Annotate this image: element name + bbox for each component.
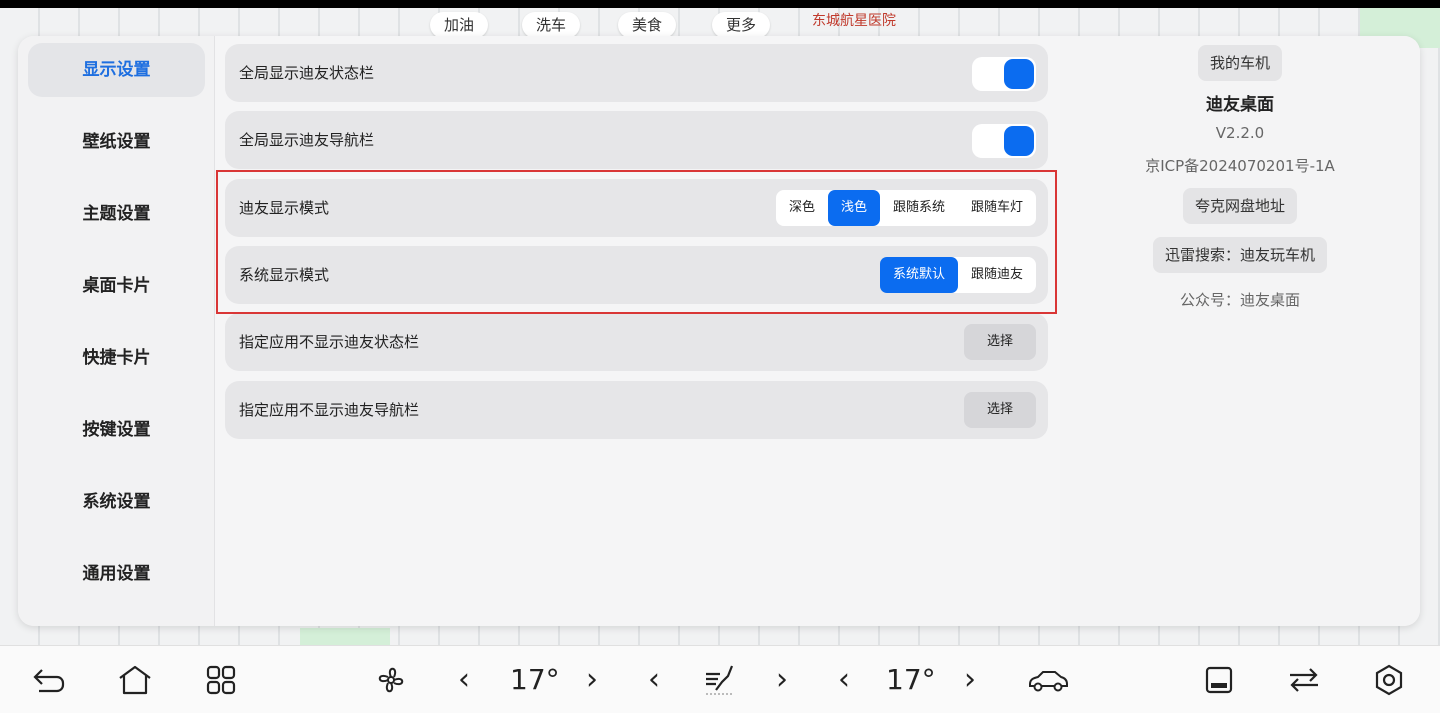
settings-panel: 显示设置 壁纸设置 主题设置 桌面卡片 快捷卡片 按键设置 系统设置 通用设置 … <box>18 36 1420 626</box>
sidebar-item-shortcut-cards[interactable]: 快捷卡片 <box>28 331 205 385</box>
display-mode-follow-system[interactable]: 跟随系统 <box>880 190 958 226</box>
home-icon[interactable] <box>114 646 156 713</box>
sidebar-item-wallpaper[interactable]: 壁纸设置 <box>28 115 205 169</box>
setting-label: 系统显示模式 <box>239 266 330 284</box>
left-temp-down-icon[interactable]: ‹ <box>458 646 470 713</box>
seat-prev-icon[interactable]: ‹ <box>648 646 660 713</box>
quark-drive-button[interactable]: 夸克网盘地址 <box>1182 188 1298 224</box>
setting-row-hide-nav-apps: 指定应用不显示迪友导航栏 选择 <box>225 381 1048 439</box>
wechat-account: 公众号：迪友桌面 <box>1179 291 1300 309</box>
right-temperature: 17° <box>886 663 936 696</box>
map-chip-more[interactable]: 更多 <box>712 12 771 38</box>
window-icon[interactable] <box>1198 646 1240 713</box>
setting-label: 指定应用不显示迪友导航栏 <box>239 401 420 419</box>
icp-number: 京ICP备2024070201号-1A <box>1145 157 1335 175</box>
setting-row-display-mode: 迪友显示模式 深色 浅色 跟随系统 跟随车灯 <box>225 179 1048 237</box>
setting-label: 迪友显示模式 <box>239 199 330 217</box>
seat-heat-icon[interactable] <box>698 646 742 713</box>
sidebar-item-system[interactable]: 系统设置 <box>28 475 205 529</box>
sidebar-item-general[interactable]: 通用设置 <box>28 547 205 601</box>
right-temp-down-icon[interactable]: ‹ <box>838 646 850 713</box>
map-chip-fuel[interactable]: 加油 <box>430 12 489 38</box>
setting-label: 全局显示迪友导航栏 <box>239 131 375 149</box>
system-mode-follow-diyou[interactable]: 跟随迪友 <box>958 257 1036 293</box>
back-icon[interactable] <box>28 646 70 713</box>
toggle-knob <box>1004 59 1034 89</box>
settings-content: 全局显示迪友状态栏 全局显示迪友导航栏 迪友显示模式 深色 浅色 跟随系统 跟随… <box>225 36 1050 626</box>
app-version: V2.2.0 <box>1215 124 1265 142</box>
right-temp-up-icon[interactable]: › <box>964 646 976 713</box>
setting-label: 全局显示迪友状态栏 <box>239 64 375 82</box>
xunlei-search-button[interactable]: 迅雷搜索：迪友玩车机 <box>1152 237 1328 273</box>
top-status-strip <box>0 0 1440 8</box>
system-display-mode-segmented: 系统默认 跟随迪友 <box>879 257 1036 293</box>
sidebar-item-keys[interactable]: 按键设置 <box>28 403 205 457</box>
bottom-nav-bar: ‹ 17° › ‹ › ‹ 17° › <box>0 645 1440 713</box>
display-mode-dark[interactable]: 深色 <box>776 190 828 226</box>
settings-sidebar: 显示设置 壁纸设置 主题设置 桌面卡片 快捷卡片 按键设置 系统设置 通用设置 <box>18 36 215 626</box>
display-mode-follow-headlights[interactable]: 跟随车灯 <box>958 190 1036 226</box>
map-park-area <box>300 628 390 645</box>
my-car-button[interactable]: 我的车机 <box>1197 45 1283 81</box>
toggle-knob <box>1004 126 1034 156</box>
sidebar-item-theme[interactable]: 主题设置 <box>28 187 205 241</box>
fan-icon[interactable] <box>370 646 412 713</box>
select-apps-status-button[interactable]: 选择 <box>964 324 1036 360</box>
setting-row-system-display-mode: 系统显示模式 系统默认 跟随迪友 <box>225 246 1048 304</box>
select-apps-nav-button[interactable]: 选择 <box>964 392 1036 428</box>
setting-row-status-bar: 全局显示迪友状态栏 <box>225 44 1048 102</box>
display-mode-light[interactable]: 浅色 <box>827 190 880 226</box>
app-name: 迪友桌面 <box>1206 95 1274 115</box>
system-mode-default[interactable]: 系统默认 <box>879 257 958 293</box>
setting-row-hide-status-apps: 指定应用不显示迪友状态栏 选择 <box>225 313 1048 371</box>
map-chip-food[interactable]: 美食 <box>618 12 677 38</box>
setting-row-nav-bar: 全局显示迪友导航栏 <box>225 111 1048 169</box>
left-temp-up-icon[interactable]: › <box>586 646 598 713</box>
about-panel: 我的车机 迪友桌面 V2.2.0 京ICP备2024070201号-1A 夸克网… <box>1060 36 1420 626</box>
map-poi-label: 东城航星医院 <box>812 13 896 29</box>
setting-label: 指定应用不显示迪友状态栏 <box>239 333 420 351</box>
map-chip-carwash[interactable]: 洗车 <box>522 12 581 38</box>
seat-next-icon[interactable]: › <box>776 646 788 713</box>
sidebar-item-desktop-cards[interactable]: 桌面卡片 <box>28 259 205 313</box>
settings-icon[interactable] <box>1368 646 1410 713</box>
car-icon[interactable] <box>1024 646 1072 713</box>
nav-bar-toggle[interactable] <box>972 124 1036 158</box>
display-mode-segmented: 深色 浅色 跟随系统 跟随车灯 <box>775 190 1036 226</box>
switch-icon[interactable] <box>1282 646 1326 713</box>
left-temperature: 17° <box>510 663 560 696</box>
sidebar-item-display[interactable]: 显示设置 <box>28 43 205 97</box>
status-bar-toggle[interactable] <box>972 57 1036 91</box>
apps-grid-icon[interactable] <box>200 646 242 713</box>
